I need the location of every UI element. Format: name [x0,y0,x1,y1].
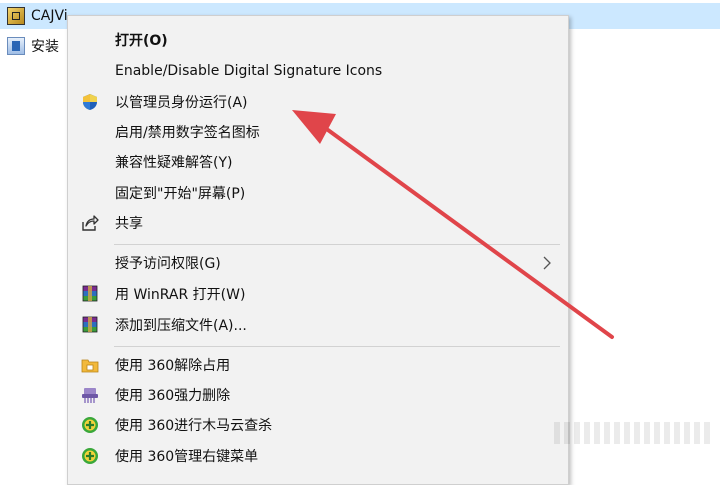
annotation-arrow [292,110,614,339]
annotation-arrow-head [292,110,336,144]
watermark [554,422,714,444]
annotation-arrow-shaft [326,128,614,339]
